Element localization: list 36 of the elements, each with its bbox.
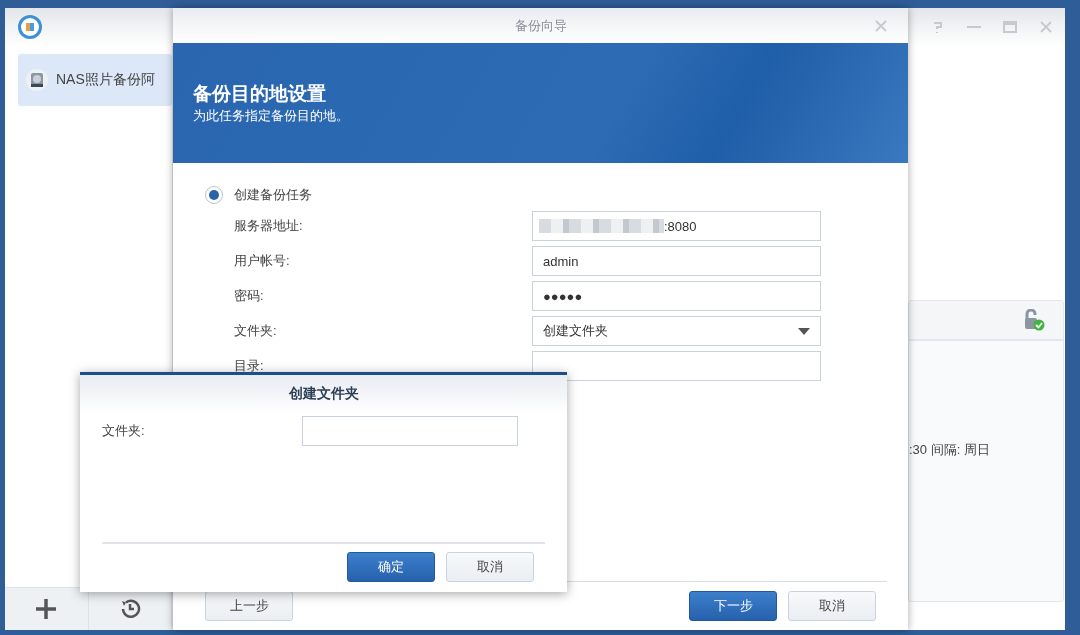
- field-label: 文件夹:: [102, 422, 146, 440]
- field-label: 用户帐号:: [234, 252, 291, 270]
- close-icon[interactable]: [874, 19, 888, 33]
- dropdown-caret-icon: [798, 327, 810, 335]
- schedule-text: :30 间隔: 周日: [909, 441, 990, 459]
- close-icon[interactable]: [1039, 20, 1053, 34]
- app-logo-icon: [17, 14, 43, 40]
- cancel-button[interactable]: 取消: [788, 591, 876, 621]
- dialog-title: 创建文件夹: [288, 385, 359, 403]
- radio-button[interactable]: [205, 186, 223, 204]
- ok-button[interactable]: 确定: [347, 552, 435, 582]
- minimize-icon[interactable]: [967, 25, 981, 29]
- input-field[interactable]: ●●●●●: [532, 281, 821, 311]
- banner-title: 备份目的地设置: [193, 82, 326, 106]
- plus-icon: [35, 598, 58, 620]
- drive-icon: [26, 69, 48, 91]
- help-icon[interactable]: [931, 20, 945, 34]
- lock-check-icon: [1023, 309, 1045, 331]
- input-field[interactable]: :8080: [532, 211, 821, 241]
- banner-subtitle: 为此任务指定备份目的地。: [193, 107, 349, 125]
- option-label: 创建备份任务: [234, 186, 312, 204]
- task-name: NAS照片备份阿: [56, 71, 155, 89]
- field-label: 目录:: [234, 357, 265, 375]
- back-button[interactable]: 上一步: [205, 591, 293, 621]
- window-title: 备份向导: [514, 16, 567, 35]
- input-field[interactable]: admin: [532, 246, 821, 276]
- folder-dropdown[interactable]: 创建文件夹: [532, 316, 821, 346]
- field-label: 文件夹:: [234, 322, 278, 340]
- next-button[interactable]: 下一步: [689, 591, 777, 621]
- field-label: 服务器地址:: [234, 217, 304, 235]
- cancel-button[interactable]: 取消: [446, 552, 534, 582]
- sidebar-item[interactable]: NAS照片备份阿: [18, 54, 172, 106]
- folder-name-field[interactable]: [302, 416, 518, 446]
- field-label: 密码:: [234, 287, 265, 305]
- input-field[interactable]: [532, 351, 821, 381]
- maximize-icon[interactable]: [1003, 21, 1017, 33]
